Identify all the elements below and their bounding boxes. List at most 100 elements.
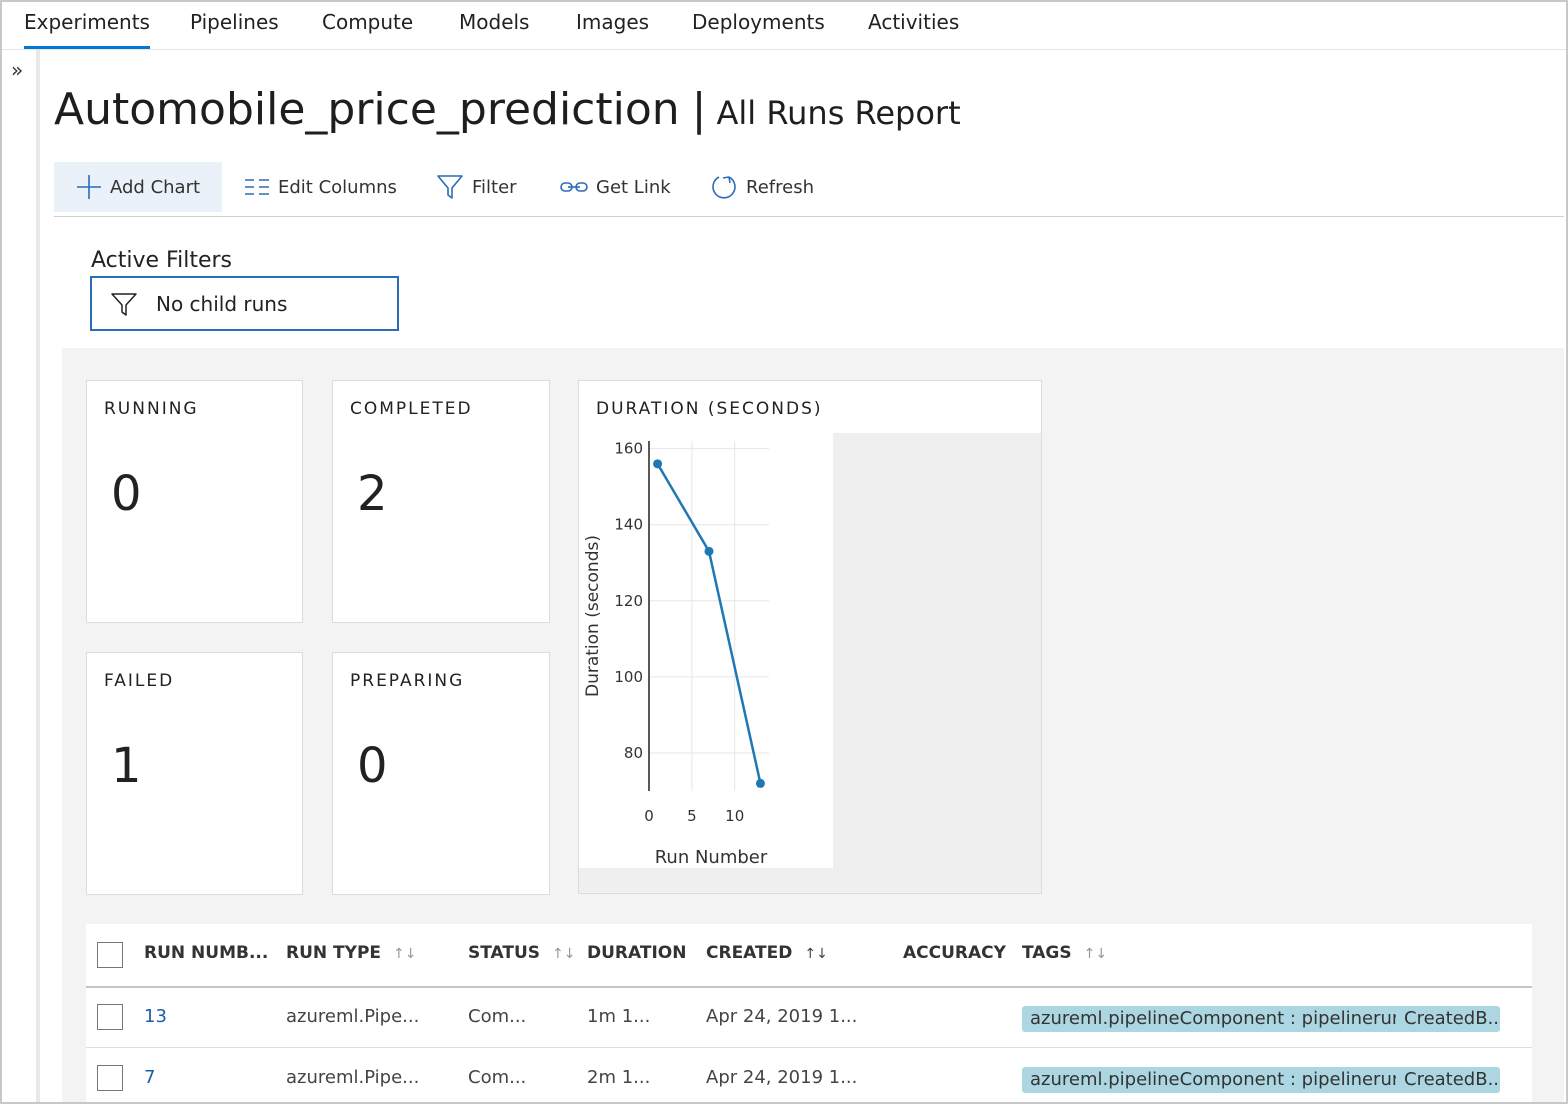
- row-checkbox[interactable]: [97, 1065, 123, 1091]
- y-axis-label: Duration (seconds): [583, 535, 603, 697]
- y-tick-labels: 80 100 120 140 160: [614, 440, 643, 762]
- column-header-run-type[interactable]: RUN TYPE ↑↓: [286, 942, 417, 965]
- tag-chip[interactable]: azureml.pipelineComponent : pipelinerun: [1022, 1067, 1412, 1093]
- status-header-label: STATUS: [468, 943, 541, 963]
- refresh-label: Refresh: [746, 176, 814, 198]
- runs-table: RUN NUMB... RUN TYPE ↑↓ STATUS ↑↓ DURATION…: [86, 924, 1532, 1102]
- y-tick-label: 140: [614, 516, 643, 534]
- run-number-link[interactable]: 13: [144, 1006, 167, 1028]
- run-type-header-label: RUN TYPE: [286, 943, 382, 963]
- y-tick-label: 80: [624, 744, 643, 762]
- refresh-icon: [712, 176, 736, 199]
- plus-icon: [77, 175, 101, 199]
- y-tick-label: 160: [614, 440, 643, 458]
- toolbar: Add Chart Edit Columns Filter Get Link R…: [54, 162, 1564, 217]
- chart-plot-area: 80 100 120 140 160 0 5 10 Duration (seconds) R…: [579, 433, 833, 868]
- duration-chart[interactable]: 80 100 120 140 160 0 5 10 Duration (seconds) R…: [579, 433, 833, 868]
- edit-columns-label: Edit Columns: [278, 176, 397, 198]
- filter-chip-no-child-runs[interactable]: No child runs: [90, 276, 399, 331]
- filter-button[interactable]: Filter: [436, 162, 517, 212]
- column-header-status[interactable]: STATUS ↑↓: [468, 942, 575, 965]
- completed-label: COMPLETED: [350, 399, 473, 419]
- sort-arrows-icon[interactable]: ↑↓: [1084, 946, 1107, 962]
- tab-models[interactable]: Models: [459, 10, 529, 34]
- x-tick-label: 5: [687, 807, 697, 825]
- link-icon: [560, 182, 588, 192]
- refresh-button[interactable]: Refresh: [710, 162, 814, 212]
- expand-chevron-icon[interactable]: »: [11, 60, 23, 80]
- column-header-accuracy[interactable]: ACCURACY: [903, 942, 1006, 964]
- duration-series-line: [656, 463, 762, 784]
- tab-experiments[interactable]: Experiments: [24, 10, 150, 49]
- chart-header: DURATION (SECONDS): [579, 381, 1041, 433]
- status-cell: Com...: [468, 1067, 527, 1088]
- tab-activities[interactable]: Activities: [868, 10, 959, 34]
- created-header-label: CREATED: [706, 943, 793, 963]
- row-checkbox[interactable]: [97, 1004, 123, 1030]
- column-header-created[interactable]: CREATED ↑↓: [706, 942, 828, 965]
- tag-chip[interactable]: CreatedB...: [1396, 1006, 1500, 1032]
- tab-images[interactable]: Images: [576, 10, 649, 34]
- preparing-card: PREPARING 0: [332, 652, 550, 895]
- tag-chip[interactable]: azureml.pipelineComponent : pipelinerun: [1022, 1006, 1412, 1032]
- sort-arrows-active-icon[interactable]: ↑↓: [804, 946, 827, 962]
- failed-card: FAILED 1: [86, 652, 303, 895]
- report-name: All Runs Report: [716, 94, 961, 132]
- add-chart-label: Add Chart: [110, 176, 201, 198]
- failed-count: 1: [111, 738, 142, 794]
- run-number-header-label: RUN NUMB...: [144, 943, 269, 963]
- tab-pipelines[interactable]: Pipelines: [190, 10, 279, 34]
- preparing-count: 0: [357, 738, 388, 794]
- failed-label: FAILED: [104, 671, 175, 691]
- column-header-tags[interactable]: TAGS ↑↓: [1022, 942, 1107, 965]
- data-point: [704, 546, 714, 556]
- x-tick-label: 0: [644, 807, 654, 825]
- top-nav: Experiments Pipelines Compute Models Ima…: [2, 2, 1566, 50]
- y-tick-label: 100: [614, 668, 643, 686]
- run-type-cell: azureml.Pipe...: [286, 1006, 420, 1027]
- sort-arrows-icon[interactable]: ↑↓: [393, 946, 416, 962]
- row-divider: [86, 1047, 1532, 1048]
- select-all-checkbox[interactable]: [97, 942, 123, 968]
- tags-header-label: TAGS: [1022, 943, 1072, 963]
- header-divider: [86, 986, 1532, 988]
- running-count: 0: [111, 466, 142, 522]
- completed-count: 2: [357, 466, 388, 522]
- title-separator: |: [691, 84, 707, 135]
- data-point: [653, 459, 663, 469]
- tab-compute[interactable]: Compute: [322, 10, 413, 34]
- filter-icon: [437, 175, 463, 199]
- filter-icon: [111, 292, 137, 316]
- column-header-duration[interactable]: DURATION: [587, 942, 686, 964]
- created-cell: Apr 24, 2019 1...: [706, 1067, 858, 1088]
- data-point: [755, 778, 765, 788]
- columns-icon: [245, 179, 269, 195]
- run-number-link[interactable]: 7: [144, 1067, 155, 1089]
- sort-arrows-icon[interactable]: ↑↓: [552, 946, 575, 962]
- tab-deployments[interactable]: Deployments: [692, 10, 825, 34]
- get-link-button[interactable]: Get Link: [560, 162, 671, 212]
- created-cell: Apr 24, 2019 1...: [706, 1006, 858, 1027]
- page-title: Automobile_price_prediction | All Runs Rep…: [54, 82, 961, 141]
- experiment-name: Automobile_price_prediction: [54, 84, 680, 135]
- filter-label: Filter: [472, 176, 517, 198]
- x-tick-labels: 0 5 10: [644, 807, 744, 825]
- run-type-cell: azureml.Pipe...: [286, 1067, 420, 1088]
- edit-columns-button[interactable]: Edit Columns: [244, 162, 397, 212]
- x-axis-label: Run Number: [655, 847, 768, 868]
- completed-card: COMPLETED 2: [332, 380, 550, 623]
- duration-header-label: DURATION: [587, 943, 687, 963]
- get-link-label: Get Link: [596, 176, 671, 198]
- tag-chip[interactable]: CreatedB...: [1396, 1067, 1500, 1093]
- app-window: Experiments Pipelines Compute Models Ima…: [0, 0, 1568, 1104]
- add-chart-button[interactable]: Add Chart: [54, 162, 223, 212]
- x-tick-label: 10: [725, 807, 744, 825]
- column-header-run-number[interactable]: RUN NUMB...: [144, 942, 268, 964]
- status-cell: Com...: [468, 1006, 527, 1027]
- filter-chip-label: No child runs: [156, 291, 288, 316]
- preparing-label: PREPARING: [350, 671, 465, 691]
- accuracy-header-label: ACCURACY: [903, 943, 1006, 963]
- duration-cell: 1m 1...: [587, 1006, 651, 1027]
- running-label: RUNNING: [104, 399, 199, 419]
- y-tick-label: 120: [614, 592, 643, 610]
